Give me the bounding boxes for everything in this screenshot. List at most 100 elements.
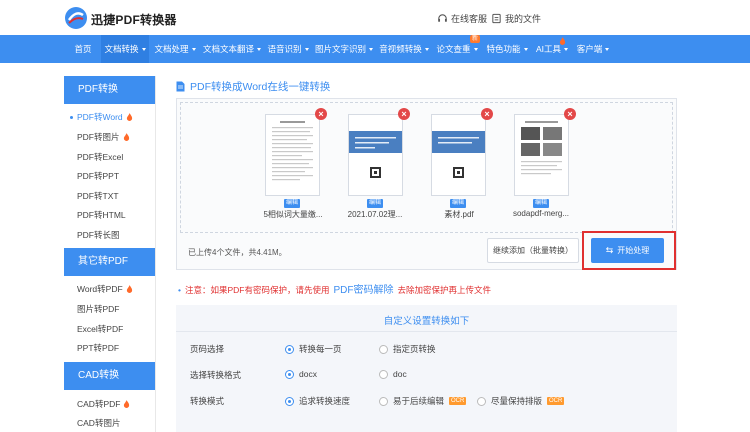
page-title-text: PDF转换成Word在线一键转换 [190,81,331,93]
nav-doc-convert[interactable]: 文档转换 [101,35,149,63]
sidebar-item-pdf-to-excel[interactable]: PDF转Excel [64,148,155,166]
fire-icon [123,133,129,141]
option-editable-mode[interactable]: 易于后续编辑 OCR [379,395,467,407]
remove-file-button[interactable]: × [398,108,410,120]
logo-icon[interactable] [64,6,88,30]
sidebar-section-cad[interactable]: CAD转换 [64,362,155,390]
chevron-down-icon [523,48,528,52]
radio-unchecked[interactable] [379,396,388,406]
ocr-badge: OCR [449,397,467,405]
file-name: 5相似词大量缴... [263,210,323,219]
remove-file-button[interactable]: × [481,108,493,120]
settings-title: 自定义设置转换如下 [383,316,470,327]
chevron-down-icon [564,48,569,52]
remove-file-button[interactable]: × [564,108,576,120]
sidebar-divider [155,76,156,432]
customer-service-link[interactable]: 在线客服 [437,12,487,25]
nav-client[interactable]: 客户端 [573,35,613,63]
logo-text[interactable]: 迅捷PDF转换器 [91,11,177,28]
chevron-down-icon [257,48,261,52]
password-remove-link[interactable]: PDF密码解除 [334,285,394,296]
document-preview [349,131,402,178]
sidebar-item-image-to-pdf[interactable]: 图片转PDF [64,300,155,318]
main-nav: 首页 文档转换 文档处理 文档文本翻译 语音识别 图片文字识别 音视频转换 论文… [0,35,750,63]
sidebar-item-pdf-to-html[interactable]: PDF转HTML [64,206,155,224]
fire-icon [126,285,132,293]
document-preview [521,121,562,175]
page-select-label: 页码选择 [190,344,225,354]
sidebar-item-pdf-to-word[interactable]: PDF转Word [64,108,155,126]
continue-add-button[interactable]: 继续添加（批量转换） [487,238,579,263]
sidebar-item-cad-to-pdf[interactable]: CAD转PDF [64,395,155,413]
customer-service-label: 在线客服 [451,14,488,24]
edit-file-button[interactable]: 编辑 [450,199,466,208]
active-dot [70,116,73,119]
option-speed-mode[interactable]: 追求转换速度 [285,395,350,407]
mode-select-label: 转换模式 [190,396,225,406]
fire-icon [126,113,132,121]
upload-summary: 已上传4个文件，共4.41M。 [188,248,287,257]
radio-unchecked[interactable] [379,344,388,354]
edit-file-button[interactable]: 编辑 [367,199,383,208]
file-name: sodapdf-merg... [512,209,570,218]
bullet-icon: • [178,285,181,295]
sidebar-item-pdf-to-long-image[interactable]: PDF转长图 [64,226,155,244]
document-preview [432,131,485,178]
fire-icon [559,37,566,45]
chevron-down-icon [304,48,309,52]
nav-speech[interactable]: 语音识别 [265,35,311,63]
nav-ocr[interactable]: 图片文字识别 [313,35,375,63]
nav-features[interactable]: 特色功能 [483,35,531,63]
file-thumbnail[interactable] [348,114,403,196]
chevron-down-icon [191,48,196,52]
edit-file-button[interactable]: 编辑 [284,199,300,208]
option-layout-mode[interactable]: 尽量保持排版 OCR [477,395,565,407]
my-files-label: 我的文件 [505,14,542,24]
my-files-link[interactable]: 我的文件 [491,12,541,25]
nav-av-convert[interactable]: 音视频转换 [377,35,431,63]
highlight-annotation [582,231,676,270]
headset-icon [438,14,447,22]
settings-divider [176,331,677,332]
option-convert-every-page[interactable]: 转换每一页 [285,343,342,355]
file-thumbnail[interactable] [514,114,569,196]
radio-checked[interactable] [285,369,294,379]
sidebar-item-cad-to-image[interactable]: CAD转图片 [64,414,155,432]
top-header: 迅捷PDF转换器 在线客服 我的文件 [0,0,750,35]
ocr-badge: OCR [547,397,565,405]
chevron-down-icon [369,48,373,52]
fire-icon [124,400,130,408]
chevron-down-icon [605,48,610,52]
remove-file-button[interactable]: × [315,108,327,120]
new-badge: 新 [470,35,481,43]
nav-doc-process[interactable]: 文档处理 [151,35,199,63]
sidebar-section-pdf[interactable]: PDF转换 [64,76,155,104]
radio-unchecked[interactable] [379,369,388,379]
sidebar-item-excel-to-pdf[interactable]: Excel转PDF [64,320,155,338]
radio-checked[interactable] [285,396,294,406]
sidebar-item-ppt-to-pdf[interactable]: PPT转PDF [64,339,155,357]
option-specific-pages[interactable]: 指定页转换 [379,343,436,355]
edit-file-button[interactable]: 编辑 [533,199,549,208]
file-thumbnail[interactable] [431,114,486,196]
file-name: 2021.07.02理... [347,210,403,219]
document-icon [176,81,185,92]
file-icon [492,13,501,24]
file-thumbnail[interactable] [265,114,320,196]
radio-checked[interactable] [285,344,294,354]
sidebar-item-pdf-to-image[interactable]: PDF转图片 [64,128,155,146]
sidebar-item-word-to-pdf[interactable]: Word转PDF [64,280,155,298]
chevron-down-icon [141,48,146,52]
password-notice: • 注意：如果PDF有密码保护，请先使用 PDF密码解除 去除加密保护再上传文件 [178,285,492,296]
radio-unchecked[interactable] [477,396,486,406]
nav-home[interactable]: 首页 [68,35,98,63]
page-title: PDF转换成Word在线一键转换 [176,79,330,94]
chevron-down-icon [424,48,429,52]
nav-translate[interactable]: 文档文本翻译 [201,35,263,63]
sidebar-section-other[interactable]: 其它转PDF [64,248,155,276]
option-docx[interactable]: docx [285,369,317,379]
sidebar-item-pdf-to-txt[interactable]: PDF转TXT [64,187,155,205]
file-name: 素材.pdf [444,210,474,219]
sidebar-item-pdf-to-ppt[interactable]: PDF转PPT [64,167,155,185]
option-doc[interactable]: doc [379,369,407,379]
